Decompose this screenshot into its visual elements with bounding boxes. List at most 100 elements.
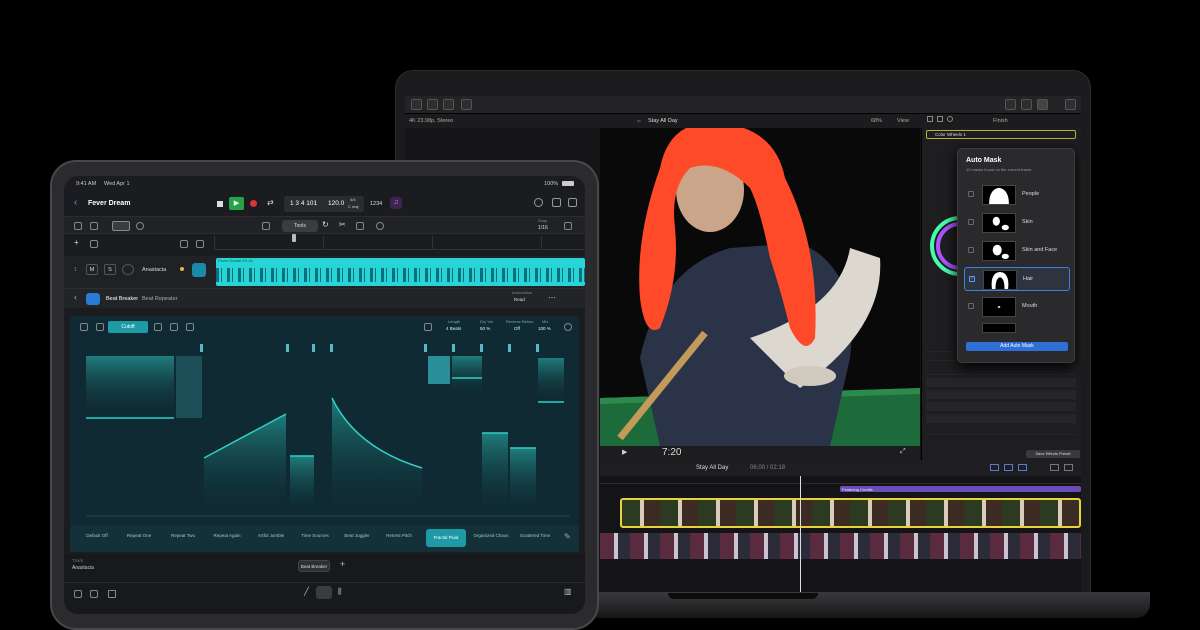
effect-selector[interactable]: Color Wheels 1 — [926, 130, 1076, 139]
preset-button[interactable]: Organized Chaos — [466, 533, 516, 538]
preset-button[interactable]: Repeat Again — [202, 533, 252, 538]
mute-button[interactable]: M — [86, 264, 98, 275]
settings-icon[interactable] — [564, 222, 572, 230]
plugin-slot-button[interactable]: Beat Breaker — [298, 560, 330, 572]
tools-menu[interactable]: Tools — [282, 220, 318, 232]
add-plugin-icon[interactable]: + — [340, 559, 345, 569]
mask-row-skin[interactable]: Skin — [964, 211, 1070, 235]
view-toggle-icon[interactable] — [112, 221, 130, 231]
more-icon[interactable]: ⋯ — [548, 293, 556, 302]
curve-icon[interactable] — [96, 323, 104, 331]
record-icon[interactable] — [250, 200, 257, 207]
plugin-icon[interactable] — [192, 263, 206, 277]
play-button[interactable]: ▶ — [229, 197, 244, 210]
more-icon[interactable] — [196, 240, 204, 248]
lcd-display[interactable]: 1 3 4 101 120.0 4/4 C maj — [284, 196, 364, 212]
live-loops-icon[interactable] — [90, 222, 98, 230]
inspector-tab[interactable]: Finish — [993, 118, 1008, 124]
timeline-toggle-icon[interactable] — [1021, 99, 1032, 110]
save-effects-preset-button[interactable]: Save Effects Preset — [1026, 450, 1080, 458]
library-icon[interactable] — [568, 198, 577, 207]
timeline[interactable]: Featuring Credits — [600, 476, 1081, 592]
cycle-icon[interactable]: ⇄ — [267, 198, 274, 207]
loop-tool-icon[interactable]: ↻ — [322, 220, 329, 229]
step-icon[interactable] — [170, 323, 178, 331]
plugin-preset[interactable]: Beat Repeater — [142, 296, 177, 302]
edit-pencil-icon[interactable]: ✎ — [564, 532, 571, 541]
track-name[interactable]: Anastacia — [142, 267, 166, 273]
video-viewer[interactable] — [600, 128, 920, 446]
inspector-audio-icon[interactable] — [937, 116, 943, 122]
mask-row-hair[interactable]: ✓ Hair — [964, 267, 1070, 291]
copy-pattern-icon[interactable] — [424, 323, 432, 331]
inspector-info-icon[interactable] — [947, 116, 953, 122]
count-in[interactable]: 1234 — [370, 201, 382, 207]
tracks-view-icon[interactable] — [74, 222, 82, 230]
help-icon[interactable] — [534, 198, 543, 207]
play-icon[interactable]: ▶ — [622, 448, 627, 456]
param-value[interactable]: 100 % — [538, 326, 551, 331]
inspector-icon[interactable] — [90, 590, 98, 598]
settings-icon[interactable] — [564, 323, 572, 331]
join-icon[interactable] — [356, 222, 364, 230]
share-icon[interactable] — [1065, 99, 1076, 110]
param-value[interactable]: Off — [514, 326, 520, 331]
bar-ruler[interactable] — [214, 236, 585, 250]
keyword-icon[interactable] — [427, 99, 438, 110]
audio-region[interactable]: Fever Dream FX #1 — [216, 258, 585, 286]
view-menu[interactable]: View — [897, 118, 909, 124]
record-enable-button[interactable] — [122, 264, 134, 275]
pitch-icon[interactable] — [154, 323, 162, 331]
duplicate-icon[interactable] — [90, 240, 98, 248]
audio-skimming-icon[interactable] — [1018, 464, 1027, 471]
primary-video-clip[interactable] — [620, 498, 1081, 528]
clip-appearance-icon[interactable] — [990, 464, 999, 471]
background-tasks-icon[interactable] — [461, 99, 472, 110]
eq-icon[interactable]: ⫼ — [338, 587, 342, 597]
preset-button[interactable]: Scattered Time — [510, 533, 560, 538]
pattern-icon[interactable] — [80, 323, 88, 331]
import-icon[interactable] — [411, 99, 422, 110]
ruler[interactable]: + — [64, 234, 585, 252]
solo-button[interactable]: S — [104, 264, 116, 275]
browser-icon[interactable] — [74, 590, 82, 598]
transitions-browser-icon[interactable] — [1064, 464, 1073, 471]
zoom-level[interactable]: 68% — [871, 118, 882, 124]
mask-checkbox[interactable] — [968, 219, 974, 225]
slice-editor[interactable] — [86, 338, 570, 522]
preset-button[interactable]: Repeat Two — [158, 533, 208, 538]
back-chevron-icon[interactable]: ‹ — [74, 292, 77, 302]
snap-value[interactable]: 1/16 — [538, 225, 548, 231]
preset-button[interactable]: Repeat One — [114, 533, 164, 538]
browser-toggle-icon[interactable] — [1005, 99, 1016, 110]
preset-button[interactable]: Artful Jumble — [246, 533, 296, 538]
song-title[interactable]: Fever Dream — [88, 200, 130, 207]
folder-icon[interactable] — [180, 240, 188, 248]
mask-checkbox[interactable] — [968, 303, 974, 309]
param-value[interactable]: 4 Beats — [446, 326, 461, 331]
playhead[interactable] — [800, 476, 801, 592]
mask-checkbox[interactable] — [968, 191, 974, 197]
checkmark-icon[interactable] — [443, 99, 454, 110]
connected-video-clip[interactable] — [600, 533, 1081, 559]
preset-button-active[interactable]: Fractal Fluid — [426, 529, 466, 547]
automation-value[interactable]: Read — [514, 297, 525, 302]
mask-row-mouth[interactable]: Mouth — [964, 295, 1070, 319]
width-icon[interactable] — [186, 323, 194, 331]
metronome-icon[interactable]: ♫ — [390, 197, 402, 209]
mask-row-skin-and-face[interactable]: Skin and Face — [964, 239, 1070, 263]
share-icon[interactable] — [552, 198, 561, 207]
param-value[interactable]: 50 % — [480, 326, 490, 331]
plugin-view-icon[interactable] — [316, 586, 332, 599]
scissors-icon[interactable]: ✂ — [339, 220, 346, 229]
hand-icon[interactable] — [376, 222, 384, 230]
title-clip[interactable]: Featuring Credits — [840, 486, 1081, 492]
effects-browser-icon[interactable] — [1050, 464, 1059, 471]
stop-icon[interactable] — [217, 201, 223, 207]
inspector-video-icon[interactable] — [927, 116, 933, 122]
color-wheel-icon[interactable] — [930, 216, 960, 276]
mask-checkbox[interactable] — [968, 247, 974, 253]
pencil-icon[interactable] — [136, 222, 144, 230]
fullscreen-icon[interactable]: ⤢ — [900, 448, 906, 456]
preset-button[interactable]: Retrest Pitch — [374, 533, 424, 538]
